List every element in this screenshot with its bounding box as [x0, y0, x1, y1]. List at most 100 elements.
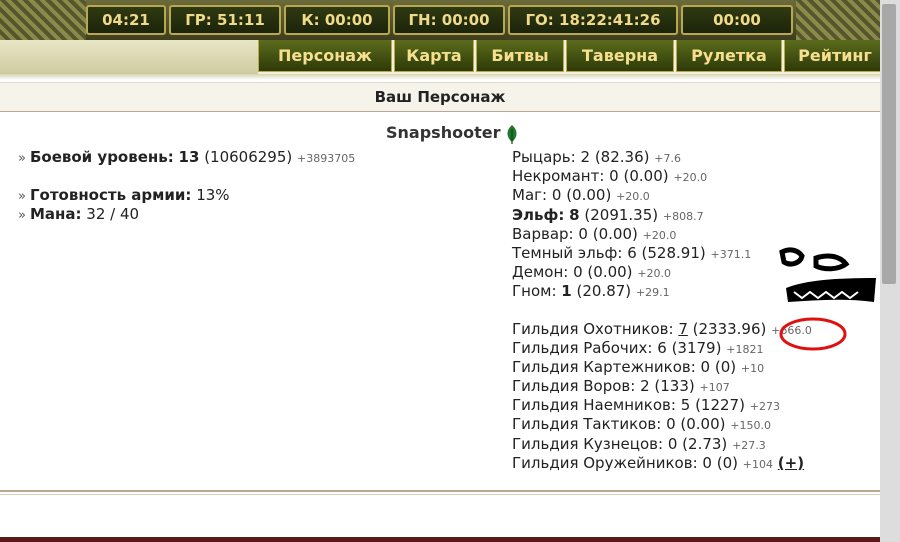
guild-row: Гильдия Охотников: 7 (2333.96) +666.0: [512, 320, 812, 339]
faction-delta: +20.0: [642, 228, 677, 242]
annotation-circle: [779, 317, 847, 351]
combat-level-value: 13: [178, 148, 200, 166]
faction-points: (2091.35): [584, 205, 659, 224]
guild-delta: +27.3: [732, 438, 766, 452]
combat-exp: (10606295): [204, 148, 293, 166]
faction-level: 6: [627, 243, 637, 262]
leaf-icon: [507, 125, 517, 144]
left-ornament: [0, 0, 86, 40]
scrollbar-thumb[interactable]: [882, 4, 896, 284]
guild-name: Гильдия Оружейников:: [512, 453, 698, 472]
guild-row: Гильдия Наемников: 5 (1227) +273: [512, 396, 812, 415]
army-ready-label: Готовность армии:: [29, 186, 192, 205]
top-timer-bar: 04:21 ГР: 51:11 К: 00:00 ГН: 00:00 ГО: 1…: [0, 0, 880, 40]
faction-row: Темный эльф: 6 (528.91) +371.1: [512, 244, 812, 263]
timer-gn: ГН: 00:00: [393, 5, 505, 35]
faction-delta: +7.6: [654, 152, 681, 165]
combat-level-label: Боевой уровень:: [29, 148, 174, 166]
faction-row: Варвар: 0 (0.00) +20.0: [512, 225, 812, 244]
faction-row: Демон: 0 (0.00) +20.0: [512, 263, 812, 282]
nav-left-panel: [0, 40, 258, 74]
faction-name: Рыцарь:: [512, 148, 576, 166]
faction-delta: +371.1: [710, 247, 752, 261]
tab-map[interactable]: Карта: [394, 40, 474, 72]
page-title-bar: Ваш Персонаж: [0, 82, 880, 112]
guild-row: Гильдия Картежников: 0 (0) +10: [512, 358, 812, 377]
vertical-scrollbar[interactable]: [880, 0, 900, 542]
faction-points: (0.00): [587, 263, 633, 282]
mana-value: 32 / 40: [86, 205, 140, 224]
timer-main: 04:21: [86, 5, 166, 35]
guild-points: (1227): [695, 396, 745, 415]
guild-level: 0: [700, 357, 711, 376]
faction-level: 0: [578, 224, 588, 243]
faction-delta: +29.1: [635, 286, 670, 300]
timer-gr: ГР: 51:11: [169, 5, 281, 35]
bottom-scrollbar-strip: [0, 537, 880, 542]
faction-points: (82.36): [594, 148, 650, 166]
guild-level: 5: [680, 396, 691, 415]
guild-name: Гильдия Картежников:: [512, 357, 696, 376]
tab-character[interactable]: Персонаж: [258, 40, 392, 72]
guild-name: Гильдия Рабочих:: [512, 338, 653, 357]
guild-name: Гильдия Наемников:: [512, 396, 676, 415]
faction-level: 0: [609, 167, 619, 186]
guild-row: Гильдия Тактиков: 0 (0.00) +150.0: [512, 415, 812, 434]
character-stats: » Боевой уровень: 13 (10606295) +3893705 …: [18, 148, 355, 225]
faction-points: (20.87): [576, 282, 632, 301]
faction-delta: +20.0: [637, 267, 672, 281]
bullet-icon: »: [18, 189, 26, 205]
add-skill-button[interactable]: (+): [778, 454, 804, 472]
faction-name: Темный эльф:: [512, 243, 623, 262]
mana-label: Мана:: [29, 205, 82, 224]
faction-delta: +808.7: [662, 209, 704, 223]
page-title: Ваш Персонаж: [374, 88, 506, 106]
faction-row: Эльф: 8 (2091.35) +808.7: [512, 206, 812, 225]
faction-level: 0: [573, 263, 583, 282]
faction-points: (528.91): [641, 243, 706, 262]
faction-level: 2: [580, 148, 591, 166]
army-ready-row: » Готовность армии: 13%: [18, 186, 355, 205]
faction-name: Маг:: [512, 186, 548, 205]
faction-points: (0.00): [566, 186, 612, 205]
guild-name: Гильдия Тактиков:: [512, 415, 662, 434]
faction-guild-stats: Рыцарь: 2 (82.36) +7.6 Некромант: 0 (0.0…: [512, 148, 812, 473]
guild-points: (0.00): [680, 415, 726, 434]
mana-row: » Мана: 32 / 40: [18, 205, 355, 224]
guild-level: 6: [657, 338, 667, 357]
faction-delta: +20.0: [673, 171, 708, 185]
tab-roulette[interactable]: Рулетка: [676, 40, 782, 72]
faction-name: Некромант:: [512, 167, 605, 186]
faction-row: Маг: 0 (0.00) +20.0: [512, 186, 812, 205]
guild-level-link[interactable]: 7: [678, 320, 688, 338]
faction-row: Рыцарь: 2 (82.36) +7.6: [512, 148, 812, 167]
faction-name: Варвар:: [512, 224, 574, 243]
timers-panel: 04:21 ГР: 51:11 К: 00:00 ГН: 00:00 ГО: 1…: [86, 5, 796, 35]
faction-row: Некромант: 0 (0.00) +20.0: [512, 167, 812, 186]
guild-row: Гильдия Кузнецов: 0 (2.73) +27.3: [512, 435, 812, 454]
combat-level-row: » Боевой уровень: 13 (10606295) +3893705: [18, 148, 355, 167]
guild-delta: +104: [742, 457, 773, 471]
guild-delta: +1821: [726, 342, 764, 356]
faction-level: 1: [561, 282, 572, 301]
faction-name: Эльф:: [512, 205, 565, 224]
guild-points: (0): [716, 453, 738, 472]
tab-tavern[interactable]: Таверна: [566, 40, 674, 72]
faction-points: (0.00): [623, 167, 669, 186]
timer-last: 00:00: [681, 5, 793, 35]
guild-points: (3179): [671, 338, 722, 357]
guild-row: Гильдия Воров: 2 (133) +107: [512, 377, 812, 396]
guild-points: (133): [654, 377, 695, 396]
main-nav: Персонаж Карта Битвы Таверна Рулетка Рей…: [258, 40, 888, 74]
nav-shadow: [0, 74, 880, 80]
combat-exp-delta: +3893705: [297, 152, 356, 165]
faction-points: (0.00): [592, 224, 638, 243]
guild-name: Гильдия Воров:: [512, 377, 636, 396]
guild-delta: +273: [749, 400, 780, 414]
guild-delta: +150.0: [730, 419, 771, 433]
guild-level: 0: [666, 415, 676, 434]
tab-battles[interactable]: Битвы: [476, 40, 564, 72]
content-divider: [0, 490, 880, 492]
tab-rating[interactable]: Рейтинг: [784, 40, 886, 72]
faction-name: Демон:: [512, 263, 569, 282]
